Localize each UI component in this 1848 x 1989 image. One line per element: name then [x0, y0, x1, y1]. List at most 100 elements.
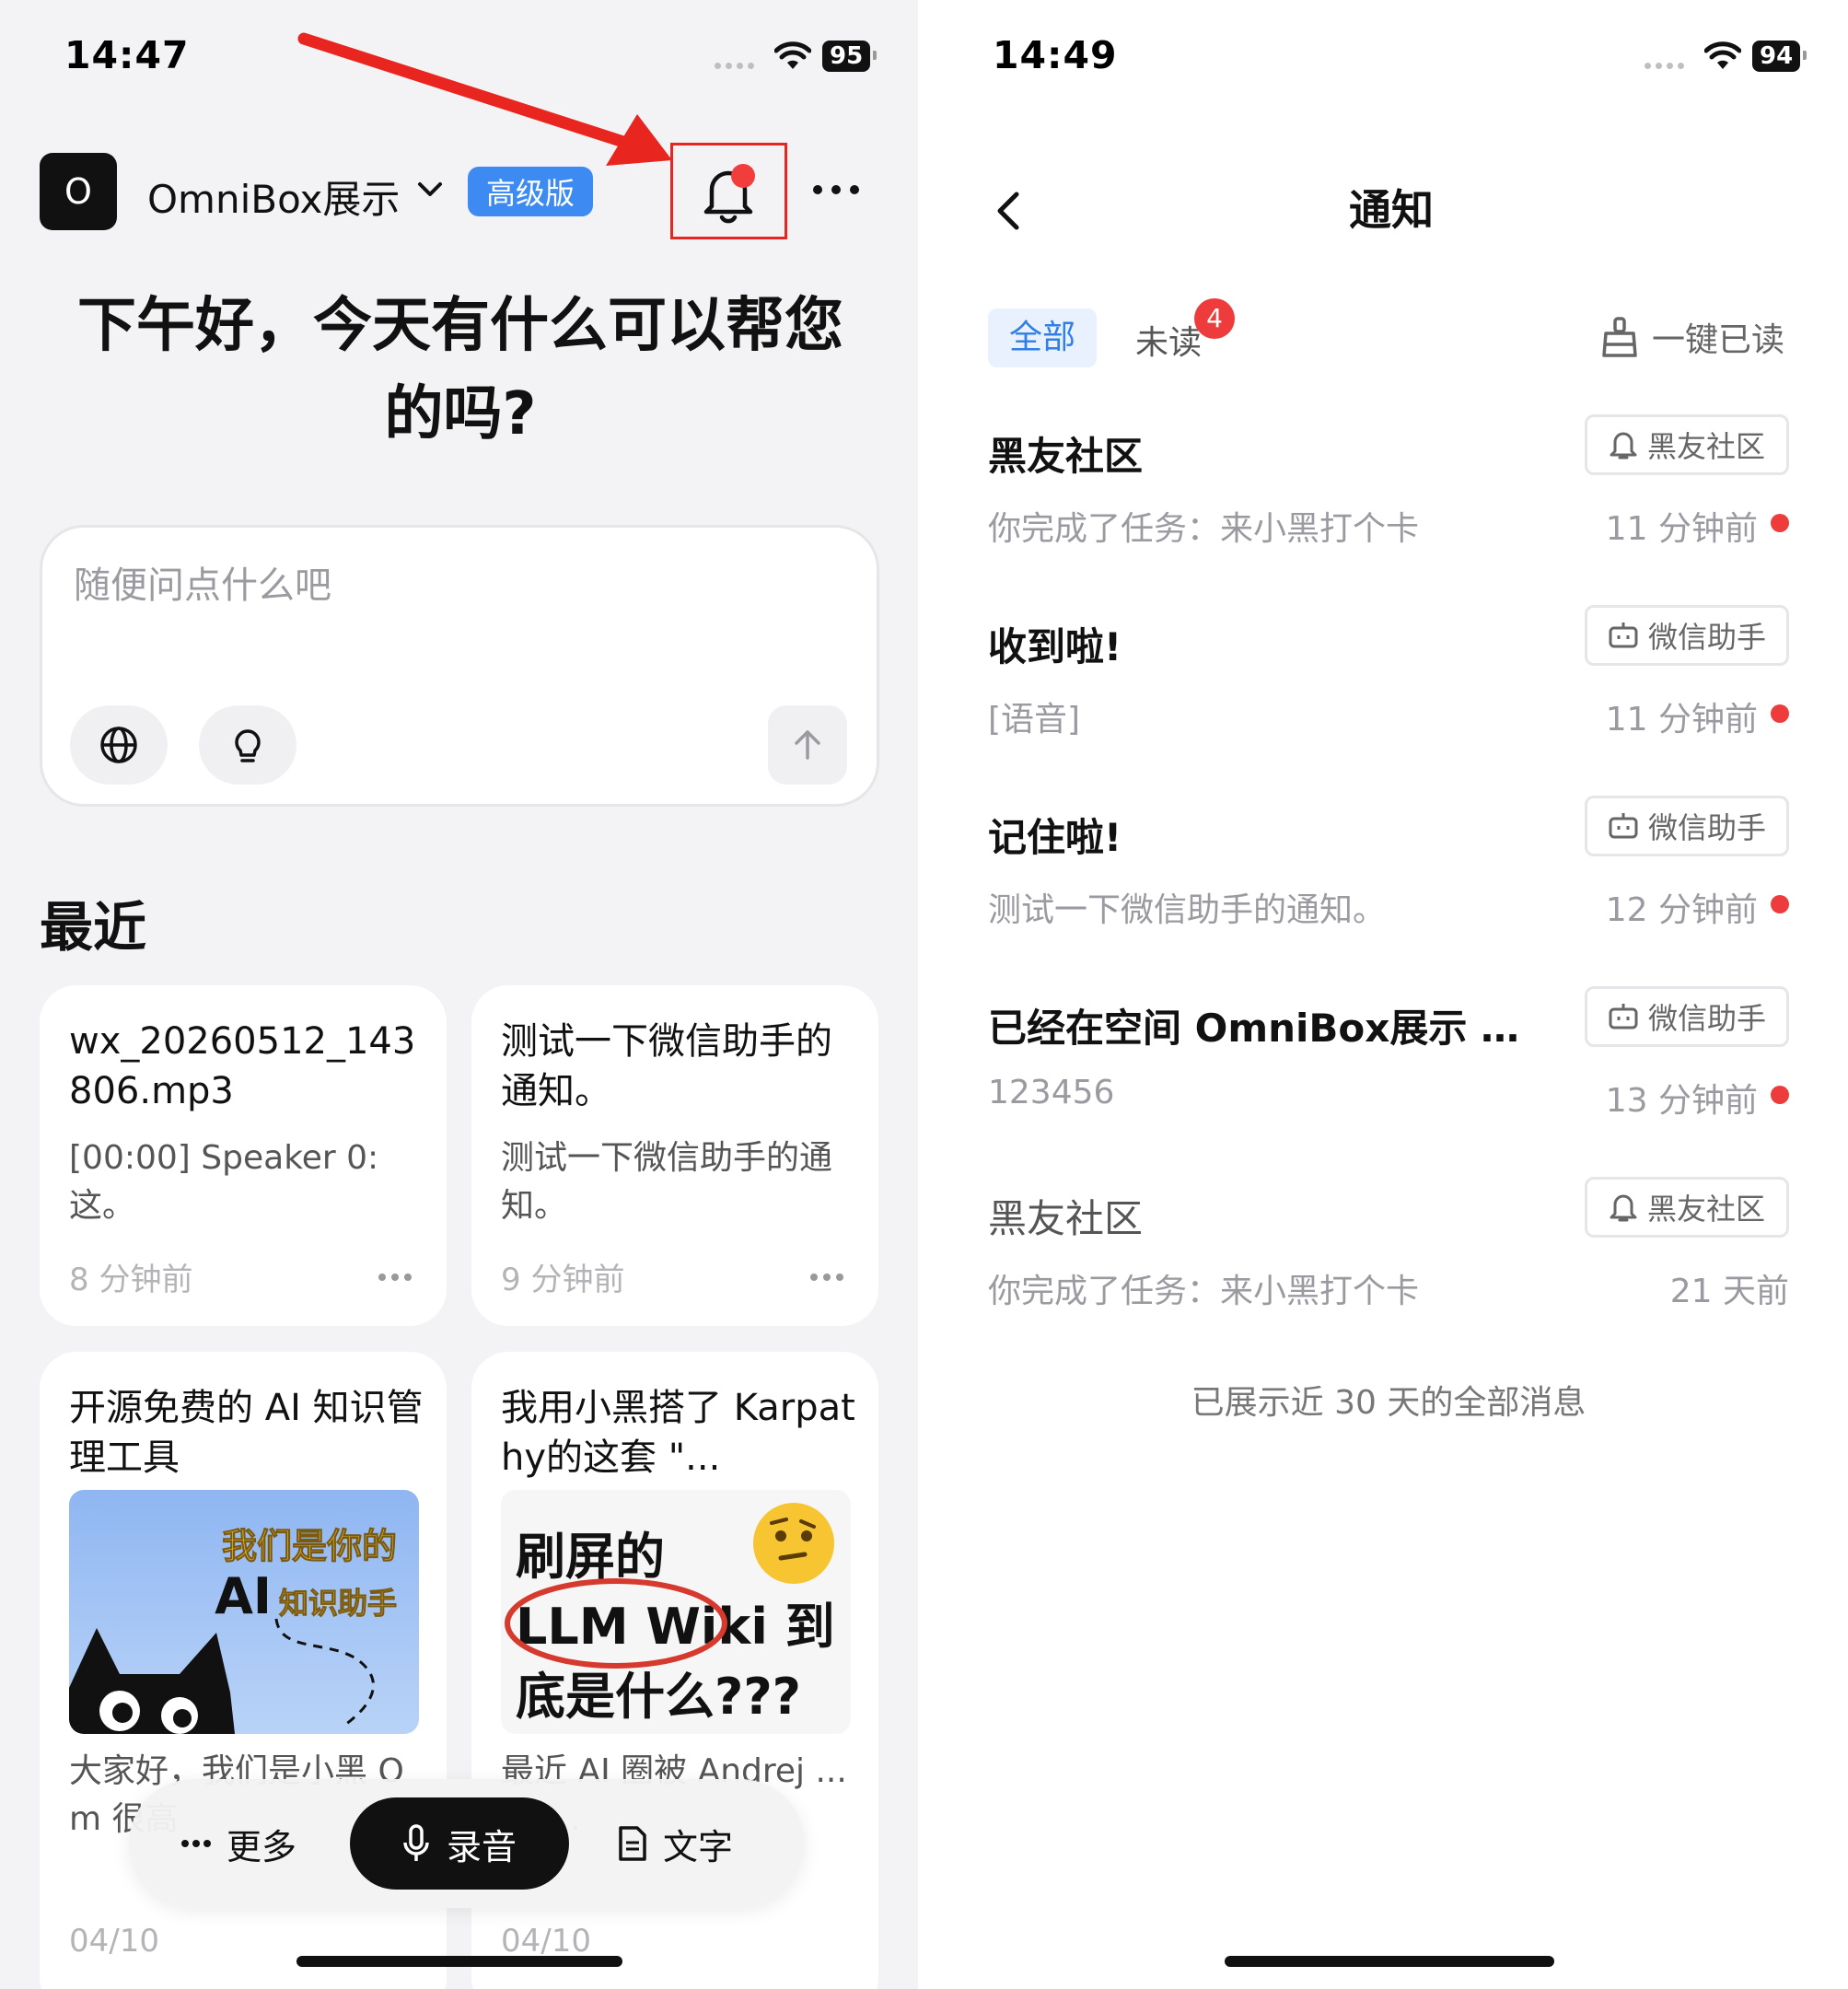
- web-search-button[interactable]: [70, 705, 168, 785]
- mark-all-read-label: 一键已读: [1652, 321, 1785, 359]
- notification-time: 13 分钟前: [1605, 1082, 1758, 1120]
- notification-source[interactable]: 微信助手: [1585, 796, 1789, 856]
- tab-all[interactable]: 全部: [988, 308, 1097, 367]
- notification-item[interactable]: 已经在空间 OmniBox展示 里... 123456 微信助手 13 分钟前: [988, 986, 1789, 1181]
- status-time: 14:49: [993, 33, 1118, 77]
- notification-item[interactable]: 记住啦! 测试一下微信助手的通知。 微信助手 12 分钟前: [988, 796, 1789, 991]
- send-button[interactable]: [768, 705, 847, 785]
- notification-item[interactable]: 黑友社区 你完成了任务：来小黑打个卡 黑友社区 11 分钟前: [988, 414, 1789, 610]
- broom-icon: [1602, 317, 1637, 357]
- notification-body: [语音]: [988, 701, 1081, 739]
- notification-source-label: 微信助手: [1647, 810, 1766, 845]
- home-indicator: [1225, 1956, 1554, 1967]
- wifi-icon: [1704, 41, 1741, 69]
- page-title: 通知: [1349, 185, 1434, 235]
- notification-time: 11 分钟前: [1605, 701, 1758, 739]
- recent-card[interactable]: wx_20260512_143806.mp3 [00:00] Speaker 0…: [40, 985, 447, 1326]
- notification-source[interactable]: 微信助手: [1585, 605, 1789, 666]
- plan-badge: 高级版: [468, 167, 594, 216]
- notification-source[interactable]: 黑友社区: [1585, 414, 1789, 475]
- notification-title: 收到啦!: [988, 624, 1122, 669]
- record-button[interactable]: 录音: [350, 1797, 569, 1890]
- notification-item[interactable]: 黑友社区 你完成了任务：来小黑打个卡 黑友社区 21 天前: [988, 1177, 1789, 1372]
- notification-highlight: [670, 143, 787, 239]
- notification-source[interactable]: 微信助手: [1585, 986, 1789, 1047]
- notification-dot: [731, 164, 755, 188]
- more-horizontal-icon: [181, 1840, 211, 1847]
- signal-icon: [715, 62, 754, 69]
- card-snippet: [00:00] Speaker 0: 这。: [69, 1139, 379, 1225]
- text-note-button[interactable]: 文字: [617, 1779, 733, 1908]
- more-actions-button[interactable]: 更多: [180, 1779, 296, 1908]
- chevron-down-icon[interactable]: [413, 172, 447, 207]
- chevron-left-icon[interactable]: [993, 189, 1026, 233]
- battery-indicator: 95: [822, 41, 878, 72]
- more-horizontal-icon[interactable]: [808, 1271, 845, 1284]
- space-avatar[interactable]: O: [40, 153, 117, 230]
- lightbulb-icon: [235, 729, 261, 762]
- notification-time: 11 分钟前: [1605, 510, 1758, 548]
- microphone-icon: [403, 1824, 429, 1861]
- card-time: 04/10: [69, 1923, 159, 1960]
- notification-body: 123456: [988, 1074, 1115, 1111]
- notification-source[interactable]: 黑友社区: [1585, 1177, 1789, 1238]
- more-horizontal-icon[interactable]: [377, 1271, 413, 1284]
- tab-unread[interactable]: 未读: [1135, 316, 1202, 364]
- card-title: 测试一下微信助手的通知。: [501, 1020, 832, 1112]
- circle-highlight-icon: [505, 1578, 727, 1669]
- card-time: 9 分钟前: [501, 1262, 625, 1298]
- mark-all-read-button[interactable]: 一键已读: [1600, 313, 1784, 361]
- home-indicator: [296, 1956, 622, 1967]
- status-icons: 94: [1645, 41, 1807, 72]
- unread-dot: [1771, 1086, 1789, 1104]
- arrow-up-icon: [795, 730, 820, 760]
- notification-body: 测试一下微信助手的通知。: [988, 891, 1387, 929]
- notification-body: 你完成了任务：来小黑打个卡: [988, 1273, 1420, 1310]
- notification-source-label: 黑友社区: [1646, 429, 1765, 464]
- record-label: 录音: [446, 1826, 517, 1867]
- text-note-label: 文字: [663, 1826, 734, 1867]
- unread-dot: [1771, 514, 1789, 532]
- unread-dot: [1771, 704, 1789, 723]
- document-icon: [619, 1826, 646, 1861]
- notification-title: 黑友社区: [988, 1196, 1144, 1241]
- notification-title: 记住啦!: [988, 815, 1122, 860]
- notification-time: 12 分钟前: [1605, 891, 1758, 929]
- cat-mascot-icon: [69, 1618, 375, 1734]
- status-time: 14:47: [64, 33, 190, 77]
- card-snippet: 测试一下微信助手的通知。: [501, 1139, 833, 1225]
- bell-icon: [1610, 432, 1637, 459]
- card-time: 04/10: [501, 1923, 591, 1960]
- globe-icon: [100, 727, 137, 763]
- notification-item[interactable]: 收到啦! [语音] 微信助手 11 分钟前: [988, 605, 1789, 800]
- recent-section-title: 最近: [40, 896, 147, 959]
- bot-icon: [1609, 1004, 1638, 1029]
- unread-dot: [1771, 895, 1789, 913]
- card-title: 开源免费的 AI 知识管理工具: [69, 1387, 424, 1479]
- bottom-action-bar: 更多 录音 文字: [129, 1779, 805, 1908]
- composer[interactable]: 随便问点什么吧: [40, 525, 879, 807]
- space-name[interactable]: OmniBox展示: [147, 169, 400, 225]
- bot-icon: [1609, 813, 1638, 839]
- annotation-arrow: [297, 32, 672, 166]
- card-title: 我用小黑搭了 Karpathy的这套 "...: [501, 1387, 855, 1479]
- card-thumbnail: 我们是你的 AI 知识助手: [69, 1490, 419, 1734]
- home-screen: 14:47 95 O OmniBox展示 高级版 下午好，今天有什么可以帮您的吗…: [0, 0, 918, 1989]
- recent-card[interactable]: 测试一下微信助手的通知。 测试一下微信助手的通知。 9 分钟前: [471, 985, 878, 1326]
- notification-body: 你完成了任务：来小黑打个卡: [988, 510, 1420, 548]
- ideas-button[interactable]: [199, 705, 296, 785]
- battery-indicator: 94: [1752, 41, 1807, 72]
- more-horizontal-icon[interactable]: [810, 171, 862, 208]
- bell-icon: [1610, 1194, 1637, 1222]
- signal-icon: [1645, 62, 1684, 69]
- notification-source-label: 微信助手: [1647, 1001, 1766, 1036]
- notification-source-label: 微信助手: [1647, 620, 1766, 655]
- notification-title: 已经在空间 OmniBox展示 里...: [988, 1006, 1540, 1051]
- greeting-heading: 下午好，今天有什么可以帮您的吗?: [77, 292, 843, 448]
- history-footer-note: 已展示近 30 天的全部消息: [1191, 1384, 1586, 1422]
- notification-time: 21 天前: [1669, 1273, 1789, 1310]
- card-title: wx_20260512_143806.mp3: [69, 1020, 416, 1112]
- more-actions-label: 更多: [227, 1826, 297, 1867]
- wifi-icon: [774, 41, 811, 69]
- composer-input[interactable]: 随便问点什么吧: [74, 555, 331, 609]
